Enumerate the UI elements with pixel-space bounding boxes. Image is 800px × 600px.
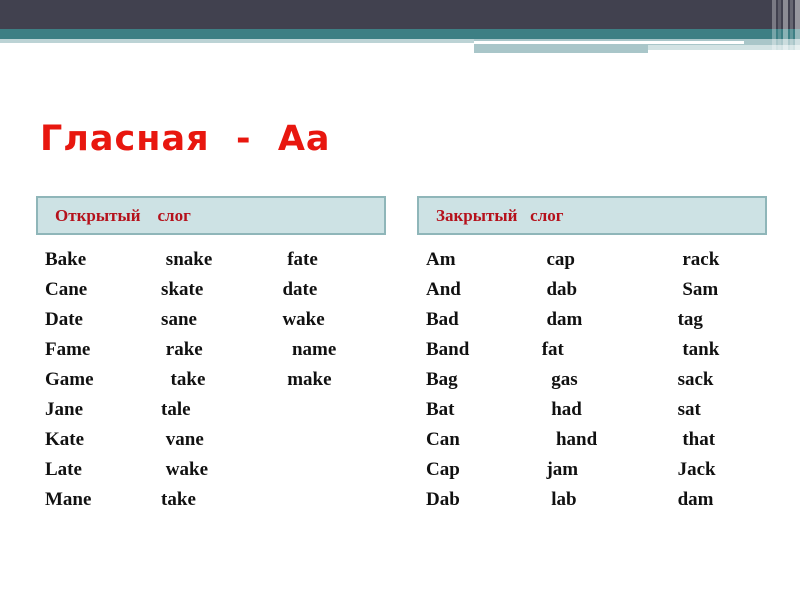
word-cell: hand: [532, 429, 598, 450]
word-cell: gas: [532, 369, 578, 390]
table-row: Am cap rack: [417, 245, 767, 275]
word-cell: tale: [151, 399, 191, 420]
word-cell: dab: [532, 279, 578, 300]
table-row: Kate vane: [36, 425, 386, 455]
table-row: Band fat tank: [417, 335, 767, 365]
closed-syllable-header-label: Закрытый слог: [436, 205, 564, 225]
word-cell: Bat: [426, 399, 455, 420]
word-cell: tag: [653, 309, 703, 330]
word-cell: wake: [272, 309, 325, 330]
word-cell: Bad: [426, 309, 459, 330]
banner-vertical-stripe-3: [783, 0, 788, 53]
word-cell: had: [532, 399, 582, 420]
word-cell: rack: [653, 249, 720, 270]
decorative-top-banner: [0, 0, 800, 56]
word-cell: vane: [151, 429, 204, 450]
table-row: Dab lab dam: [417, 485, 767, 515]
table-row: Bad dam tag: [417, 305, 767, 335]
closed-syllable-column: Закрытый слог Am cap rack And dab Sam Ba…: [417, 196, 767, 515]
word-cell: tank: [653, 339, 720, 360]
table-row: Can hand that: [417, 425, 767, 455]
open-syllable-word-table: Bake snake fate Cane skate date Date san…: [36, 245, 386, 515]
word-cell: sane: [151, 309, 197, 330]
word-cell: Late: [45, 459, 82, 480]
table-row: Mane take: [36, 485, 386, 515]
page-title: Гласная - Аа: [40, 119, 331, 159]
banner-pale-band-left: [0, 39, 474, 43]
table-row: Cane skate date: [36, 275, 386, 305]
word-cell: Sam: [653, 279, 719, 300]
word-cell: jam: [532, 459, 579, 480]
word-cell: sack: [653, 369, 714, 390]
table-row: And dab Sam: [417, 275, 767, 305]
word-cell: Bag: [426, 369, 458, 390]
banner-teal-band: [0, 29, 800, 39]
word-cell: Bake: [45, 249, 87, 270]
word-cell: Cane: [45, 279, 88, 300]
word-cell: Am: [426, 249, 456, 270]
word-cell: dam: [653, 489, 714, 510]
word-cell: make: [272, 369, 332, 390]
word-cell: [273, 425, 386, 455]
banner-vertical-stripe-1: [772, 0, 776, 53]
word-cell: Fame: [45, 339, 91, 360]
word-cell: Jane: [45, 399, 83, 420]
word-cell: Band: [426, 339, 470, 360]
table-row: Jane tale: [36, 395, 386, 425]
table-row: Cap jam Jack: [417, 455, 767, 485]
word-cell: Jack: [653, 459, 716, 480]
word-cell: date: [272, 279, 318, 300]
word-cell: snake: [151, 249, 213, 270]
open-syllable-header-label: Открытый слог: [55, 205, 191, 225]
word-cell: And: [426, 279, 461, 300]
open-syllable-column: Открытый слог Bake snake fate Cane skate…: [36, 196, 386, 515]
word-cell: [273, 455, 386, 485]
table-row: Bake snake fate: [36, 245, 386, 275]
banner-vertical-stripe-2: [778, 0, 781, 53]
word-cell: fat: [532, 339, 564, 360]
word-cell: Game: [45, 369, 94, 390]
banner-dark-band: [0, 0, 800, 29]
banner-vertical-stripe-5: [795, 0, 800, 53]
word-cell: wake: [151, 459, 209, 480]
word-cell: Dab: [426, 489, 460, 510]
word-cell: Date: [45, 309, 83, 330]
word-cell: rake: [151, 339, 203, 360]
word-cell: sat: [653, 399, 701, 420]
table-row: Late wake: [36, 455, 386, 485]
word-cell: Cap: [426, 459, 460, 480]
banner-white-gap: [474, 41, 744, 44]
word-cell: Can: [426, 429, 460, 450]
table-row: Bat had sat: [417, 395, 767, 425]
word-cell: [273, 395, 386, 425]
word-cell: name: [272, 339, 337, 360]
word-cell: [273, 485, 386, 515]
word-cell: lab: [532, 489, 577, 510]
word-cell: take: [151, 489, 196, 510]
word-cell: that: [653, 429, 716, 450]
word-cell: fate: [272, 249, 318, 270]
closed-syllable-word-table: Am cap rack And dab Sam Bad dam tag Band…: [417, 245, 767, 515]
table-row: Date sane wake: [36, 305, 386, 335]
word-cell: Kate: [45, 429, 85, 450]
word-cell: take: [151, 369, 206, 390]
word-cell: Mane: [45, 489, 92, 510]
table-row: Bag gas sack: [417, 365, 767, 395]
banner-vertical-stripe-4: [790, 0, 793, 53]
open-syllable-header: Открытый слог: [36, 196, 386, 235]
table-row: Fame rake name: [36, 335, 386, 365]
word-cell: cap: [532, 249, 575, 270]
banner-pale-band-right-lower: [474, 45, 648, 53]
closed-syllable-header: Закрытый слог: [417, 196, 767, 235]
table-row: Game take make: [36, 365, 386, 395]
word-cell: dam: [532, 309, 583, 330]
word-cell: skate: [151, 279, 204, 300]
